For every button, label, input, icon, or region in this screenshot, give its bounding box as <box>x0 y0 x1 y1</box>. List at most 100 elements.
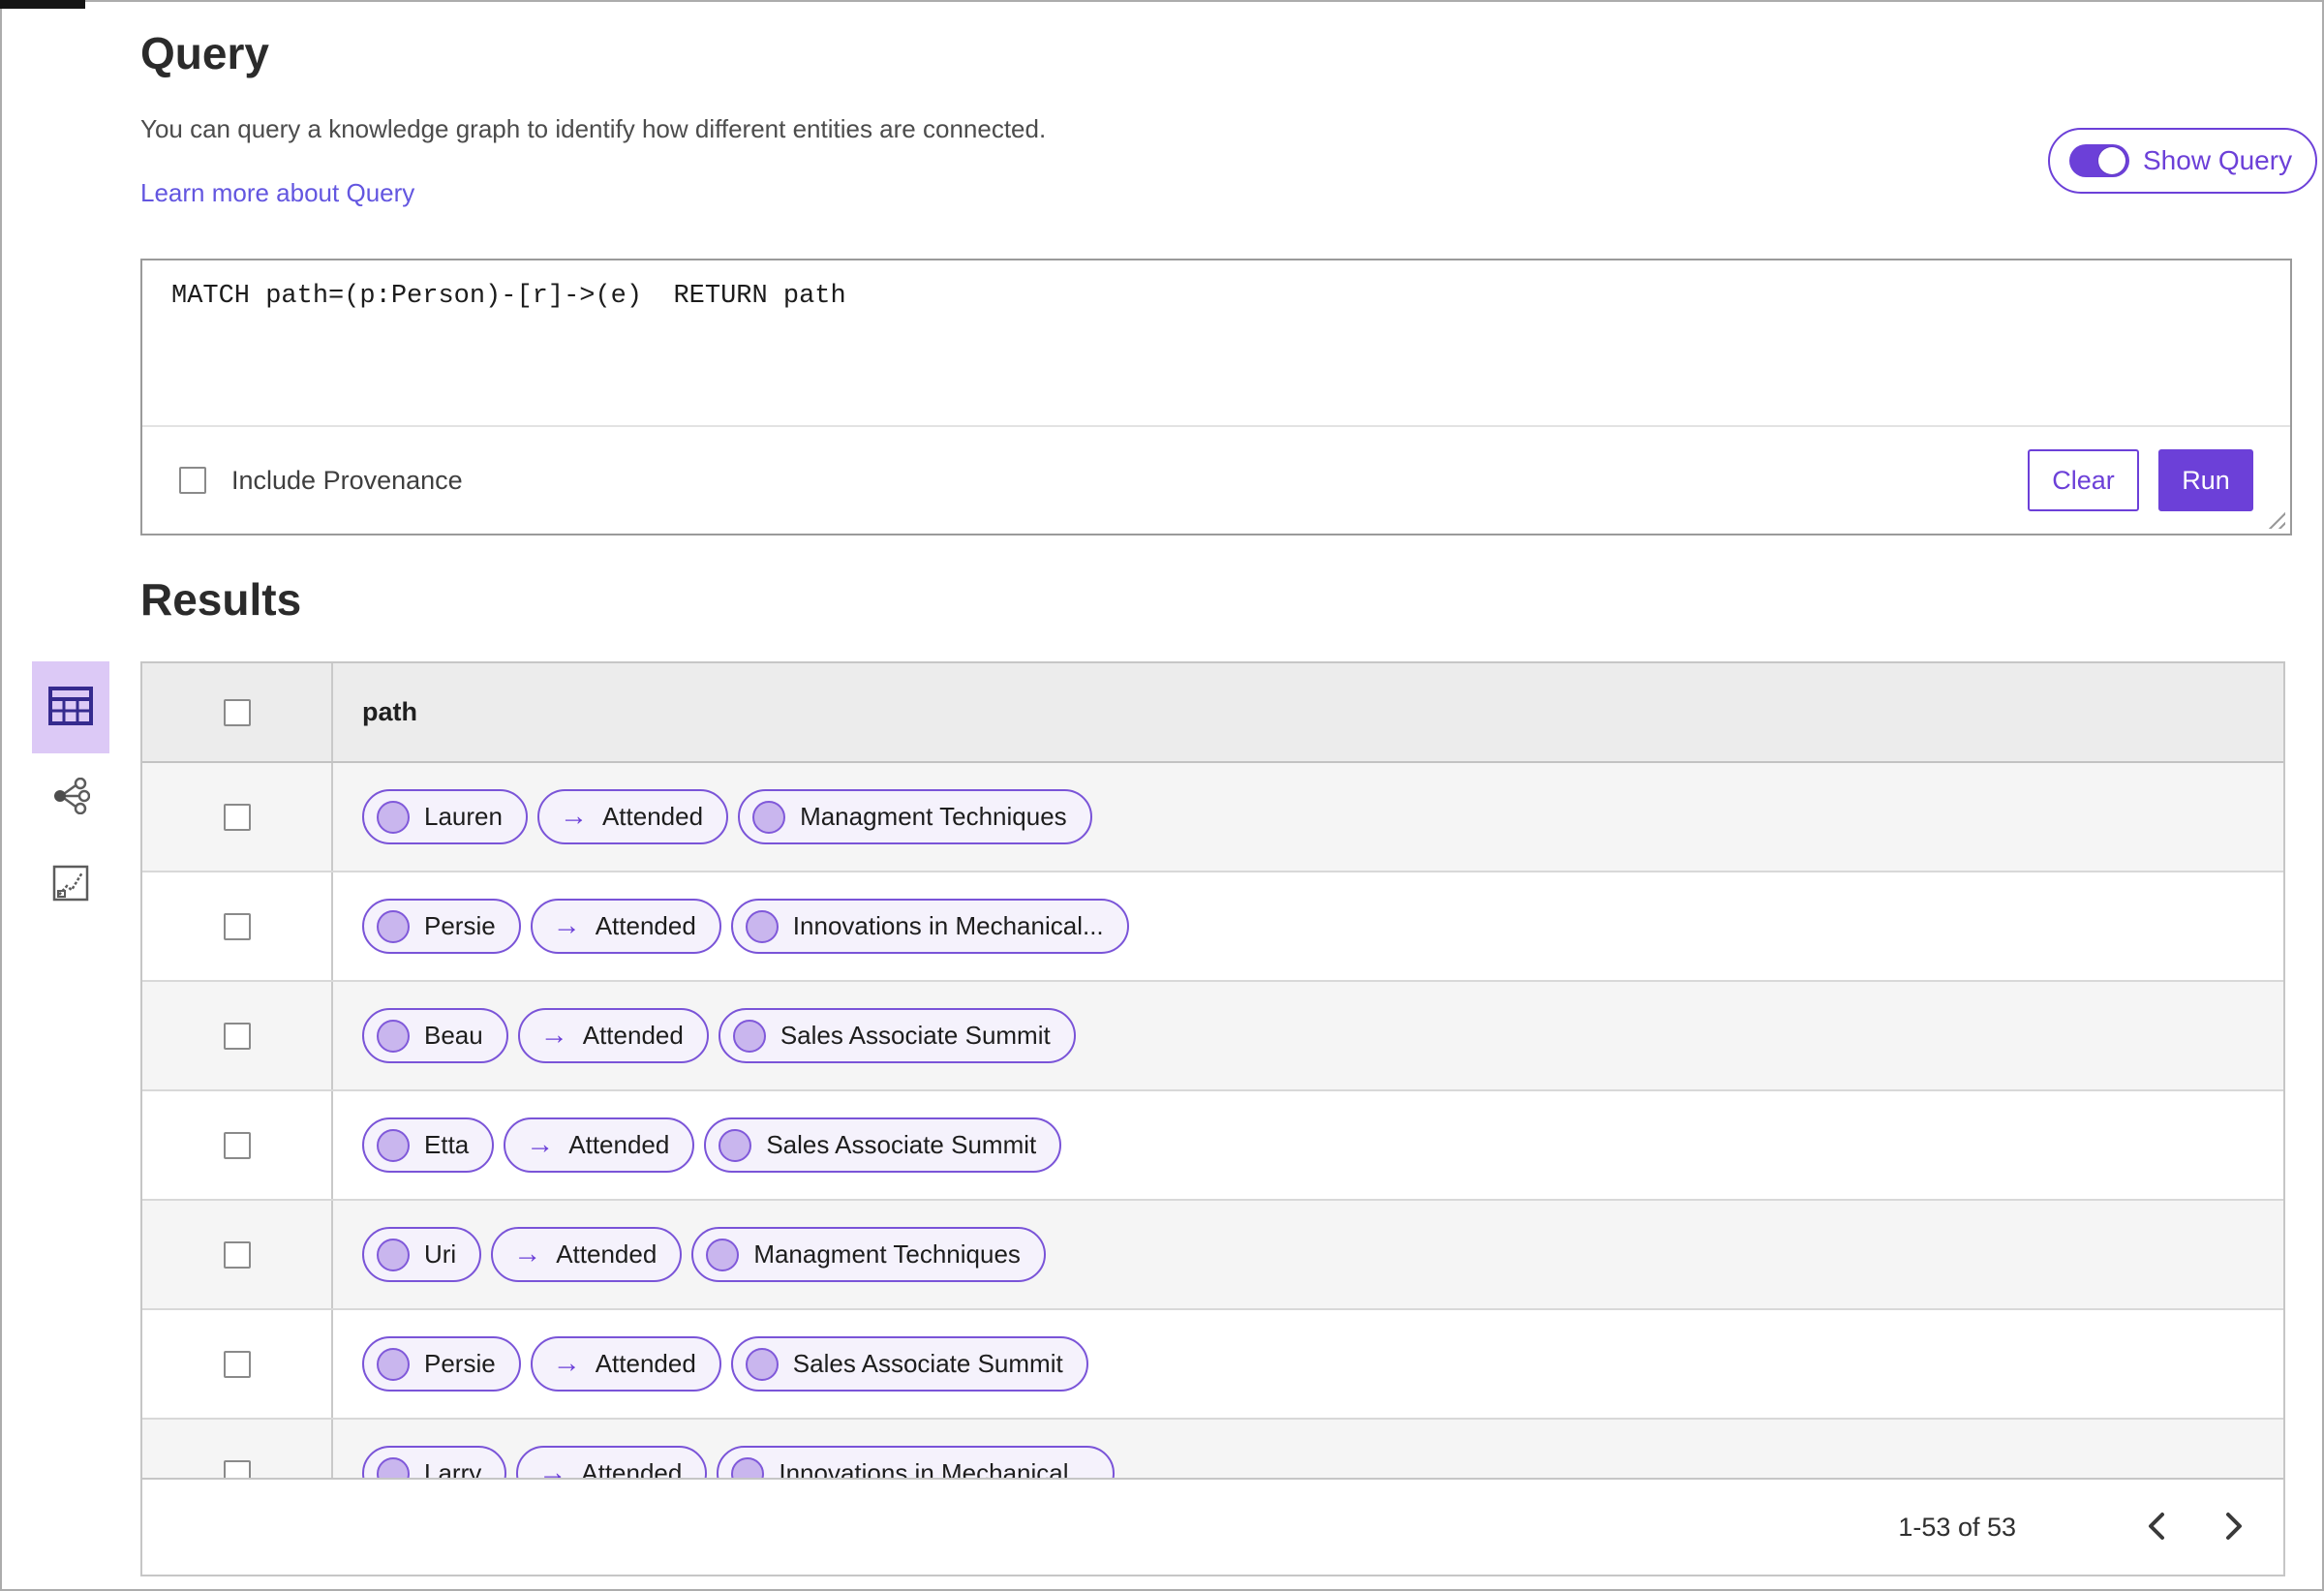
edge-pill[interactable]: → Attended <box>504 1117 695 1173</box>
node-circle-icon <box>377 800 410 834</box>
node-pill[interactable]: Persie <box>362 899 521 954</box>
node-pill[interactable]: Sales Associate Summit <box>704 1117 1062 1173</box>
edge-arrow-icon: → <box>552 1348 581 1379</box>
node-circle-icon <box>706 1238 740 1271</box>
header-path-cell: path <box>333 663 2283 761</box>
row-checkbox[interactable] <box>223 1131 251 1159</box>
node-pill[interactable]: Sales Associate Summit <box>718 1008 1076 1063</box>
pill-label: Attended <box>556 1239 657 1269</box>
pill-label: Innovations in Mechanical... <box>792 911 1104 940</box>
chevron-right-icon <box>2223 1511 2245 1545</box>
table-row: Beau → Attended Sales Associate Summit <box>142 982 2283 1091</box>
row-checkbox[interactable] <box>223 1350 251 1378</box>
pagination-bar: 1-53 of 53 <box>142 1478 2283 1575</box>
row-path-cell: Persie → Attended Innovations in Mechanical… <box>333 872 2283 980</box>
row-path-cell: Beau → Attended Sales Associate Summit <box>333 982 2283 1089</box>
node-pill[interactable]: Beau <box>362 1008 508 1063</box>
row-checkbox[interactable] <box>223 1022 251 1050</box>
row-checkbox[interactable] <box>223 1459 251 1478</box>
node-pill[interactable]: Larry <box>362 1446 507 1478</box>
run-button[interactable]: Run <box>2158 449 2253 511</box>
previous-page-button[interactable] <box>2134 1500 2179 1554</box>
row-checkbox-cell <box>142 1201 333 1308</box>
chart-icon <box>52 865 89 904</box>
row-checkbox[interactable] <box>223 1240 251 1269</box>
edge-pill[interactable]: → Attended <box>517 1008 709 1063</box>
chevron-left-icon <box>2146 1511 2167 1545</box>
node-pill[interactable]: Lauren <box>362 789 528 844</box>
row-checkbox-cell <box>142 982 333 1089</box>
show-query-toggle[interactable]: Show Query <box>2048 128 2318 194</box>
row-path-cell: Etta → Attended Sales Associate Summit <box>333 1091 2283 1199</box>
query-footer: Include Provenance Clear Run <box>142 427 2290 534</box>
learn-more-link[interactable]: Learn more about Query <box>140 178 414 208</box>
node-circle-icon <box>752 800 786 834</box>
node-pill[interactable]: Sales Associate Summit <box>730 1336 1088 1392</box>
row-checkbox[interactable] <box>223 912 251 940</box>
results-table: path Lauren → Attended Managment Techniques… <box>140 661 2285 1576</box>
query-editor[interactable]: MATCH path=(p:Person)-[r]->(e) RETURN pa… <box>142 260 2290 427</box>
edge-arrow-icon: → <box>539 1020 568 1051</box>
row-checkbox-cell <box>142 1310 333 1418</box>
graph-view-button[interactable] <box>32 753 109 841</box>
view-switcher-rail <box>32 661 109 928</box>
edge-pill[interactable]: → Attended <box>530 899 721 954</box>
pill-label: Persie <box>424 1349 496 1378</box>
node-pill[interactable]: Innovations in Mechanical... <box>717 1446 1116 1478</box>
node-circle-icon <box>377 909 410 943</box>
node-pill[interactable]: Managment Techniques <box>691 1227 1046 1282</box>
node-pill[interactable]: Innovations in Mechanical... <box>730 899 1129 954</box>
query-box: MATCH path=(p:Person)-[r]->(e) RETURN pa… <box>140 259 2292 535</box>
node-circle-icon <box>745 909 779 943</box>
node-pill[interactable]: Uri <box>362 1227 482 1282</box>
edge-pill[interactable]: → Attended <box>536 789 729 844</box>
node-circle-icon <box>719 1128 752 1162</box>
select-all-checkbox[interactable] <box>223 698 251 726</box>
include-provenance-checkbox[interactable] <box>179 467 206 494</box>
clear-button[interactable]: Clear <box>2028 449 2139 511</box>
pill-label: Lauren <box>424 802 503 831</box>
header-checkbox-cell <box>142 663 333 761</box>
node-circle-icon <box>377 1456 410 1478</box>
top-left-notch <box>0 0 85 9</box>
results-heading: Results <box>140 574 302 625</box>
edge-arrow-icon: → <box>513 1239 542 1270</box>
edge-pill[interactable]: → Attended <box>491 1227 683 1282</box>
toggle-knob <box>2098 147 2125 174</box>
pill-label: Attended <box>595 1349 696 1378</box>
include-provenance-label: Include Provenance <box>231 465 463 495</box>
table-row: Larry → Attended Innovations in Mechanical.… <box>142 1420 2283 1478</box>
row-path-cell: Uri → Attended Managment Techniques <box>333 1201 2283 1308</box>
pill-label: Persie <box>424 911 496 940</box>
next-page-button[interactable] <box>2212 1500 2256 1554</box>
edge-arrow-icon: → <box>526 1129 555 1160</box>
table-view-button[interactable] <box>32 661 109 753</box>
pill-label: Attended <box>568 1130 670 1159</box>
row-checkbox-cell <box>142 1091 333 1199</box>
pill-label: Sales Associate Summit <box>766 1130 1037 1159</box>
pill-label: Managment Techniques <box>800 802 1067 831</box>
node-pill[interactable]: Managment Techniques <box>738 789 1092 844</box>
edge-pill[interactable]: → Attended <box>530 1336 721 1392</box>
node-circle-icon <box>377 1238 410 1271</box>
row-checkbox-cell <box>142 872 333 980</box>
page-range-label: 1-53 of 53 <box>1898 1512 2016 1542</box>
pill-label: Sales Associate Summit <box>780 1021 1051 1050</box>
pill-label: Innovations in Mechanical... <box>779 1458 1090 1478</box>
graph-network-icon <box>51 777 91 817</box>
row-checkbox[interactable] <box>223 803 251 831</box>
edge-pill[interactable]: → Attended <box>516 1446 708 1479</box>
pill-label: Attended <box>582 1021 684 1050</box>
table-header-row: path <box>142 663 2283 763</box>
edge-arrow-icon: → <box>538 1457 567 1479</box>
show-query-switch[interactable] <box>2069 144 2129 177</box>
chart-view-button[interactable] <box>32 841 109 928</box>
row-path-cell: Larry → Attended Innovations in Mechanical.… <box>333 1420 2283 1478</box>
pill-label: Sales Associate Summit <box>792 1349 1063 1378</box>
node-circle-icon <box>377 1347 410 1381</box>
path-column-header: path <box>362 697 417 726</box>
table-icon <box>48 687 93 728</box>
node-pill[interactable]: Persie <box>362 1336 521 1392</box>
table-row: Etta → Attended Sales Associate Summit <box>142 1091 2283 1201</box>
node-pill[interactable]: Etta <box>362 1117 495 1173</box>
